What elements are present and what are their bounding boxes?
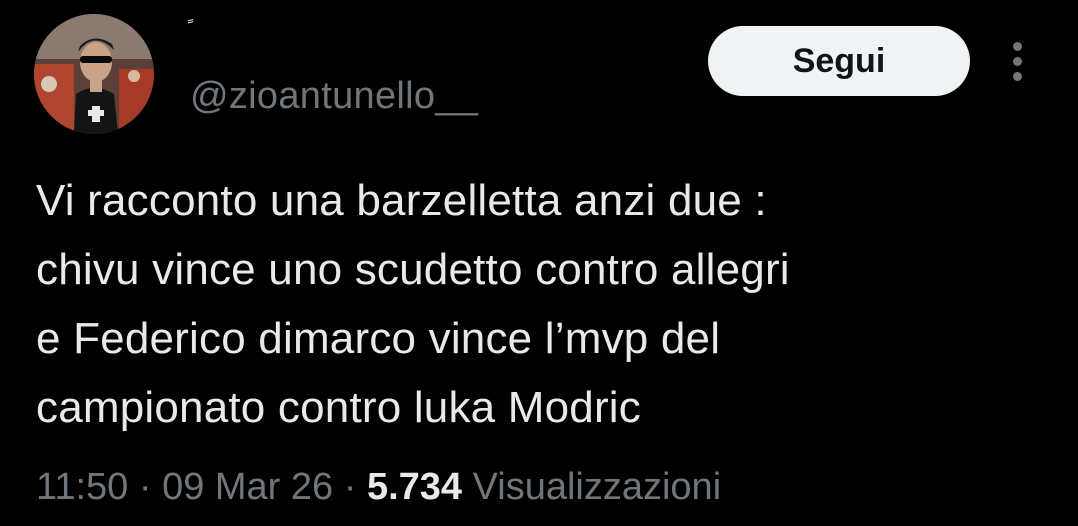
meta-separator: · [138,466,152,508]
meta-separator: · [343,466,357,508]
tweet-text-line: e Federico dimarco vince l’mvp del [36,314,721,363]
more-vertical-icon-dot [1013,57,1022,66]
tweet-text: Vi racconto una barzelletta anzi due : c… [36,166,1046,442]
tweet-text-line: Vi racconto una barzelletta anzi due : [36,176,767,225]
tweet-header: ً @zioantunello__ Segui [0,0,1078,150]
views-label[interactable]: Visualizzazioni [473,466,722,508]
tweet-text-line: chivu vince uno scudetto contro allegri [36,245,790,294]
tweet-meta: 11:50 · 09 Mar 26 · 5.734 Visualizzazion… [36,462,721,512]
views-count[interactable]: 5.734 [367,466,462,508]
follow-button[interactable]: Segui [708,26,970,96]
more-options-button[interactable] [1002,40,1032,84]
more-vertical-icon [1013,42,1022,51]
avatar-image [34,14,154,134]
tweet-date[interactable]: 09 Mar 26 [162,466,333,508]
more-vertical-icon-dot [1013,72,1022,81]
tweet-text-line: campionato contro luka Modric [36,383,641,432]
tweet-time[interactable]: 11:50 [36,466,128,508]
user-handle[interactable]: @zioantunello__ [190,74,478,118]
avatar[interactable] [34,14,154,134]
